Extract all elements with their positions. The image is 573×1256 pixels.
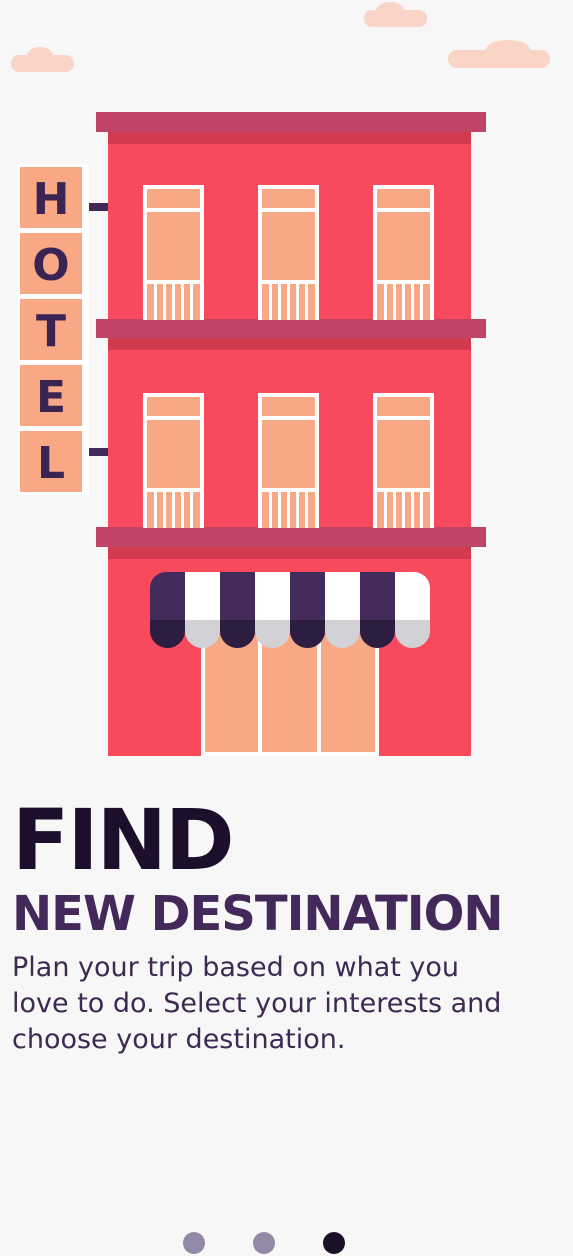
sign-letter: E [36,372,66,423]
onboarding-title: FIND [12,791,235,889]
window [143,185,204,320]
window [373,185,434,320]
cloud-icon [448,40,550,68]
window [373,393,434,528]
window [258,185,319,320]
page-indicator [0,1232,573,1256]
hotel-sign: H O T E L [18,165,108,495]
sign-letter: L [37,438,65,489]
page-dot-3-active[interactable] [323,1232,345,1254]
window [143,393,204,528]
hotel-illustration: H O T E L [11,2,550,756]
onboarding-description: Plan your trip based on what you love to… [12,952,502,1055]
cloud-icon [11,47,74,72]
window [258,393,319,528]
onboarding-subtitle: NEW DESTINATION [12,886,504,942]
page-dot-1[interactable] [183,1232,205,1254]
entrance-doors [201,635,379,756]
cloud-icon [364,2,427,27]
sign-letter: H [33,174,70,225]
sign-letter: O [32,240,69,291]
page-dot-2[interactable] [253,1232,275,1254]
sign-letter: T [36,306,66,357]
